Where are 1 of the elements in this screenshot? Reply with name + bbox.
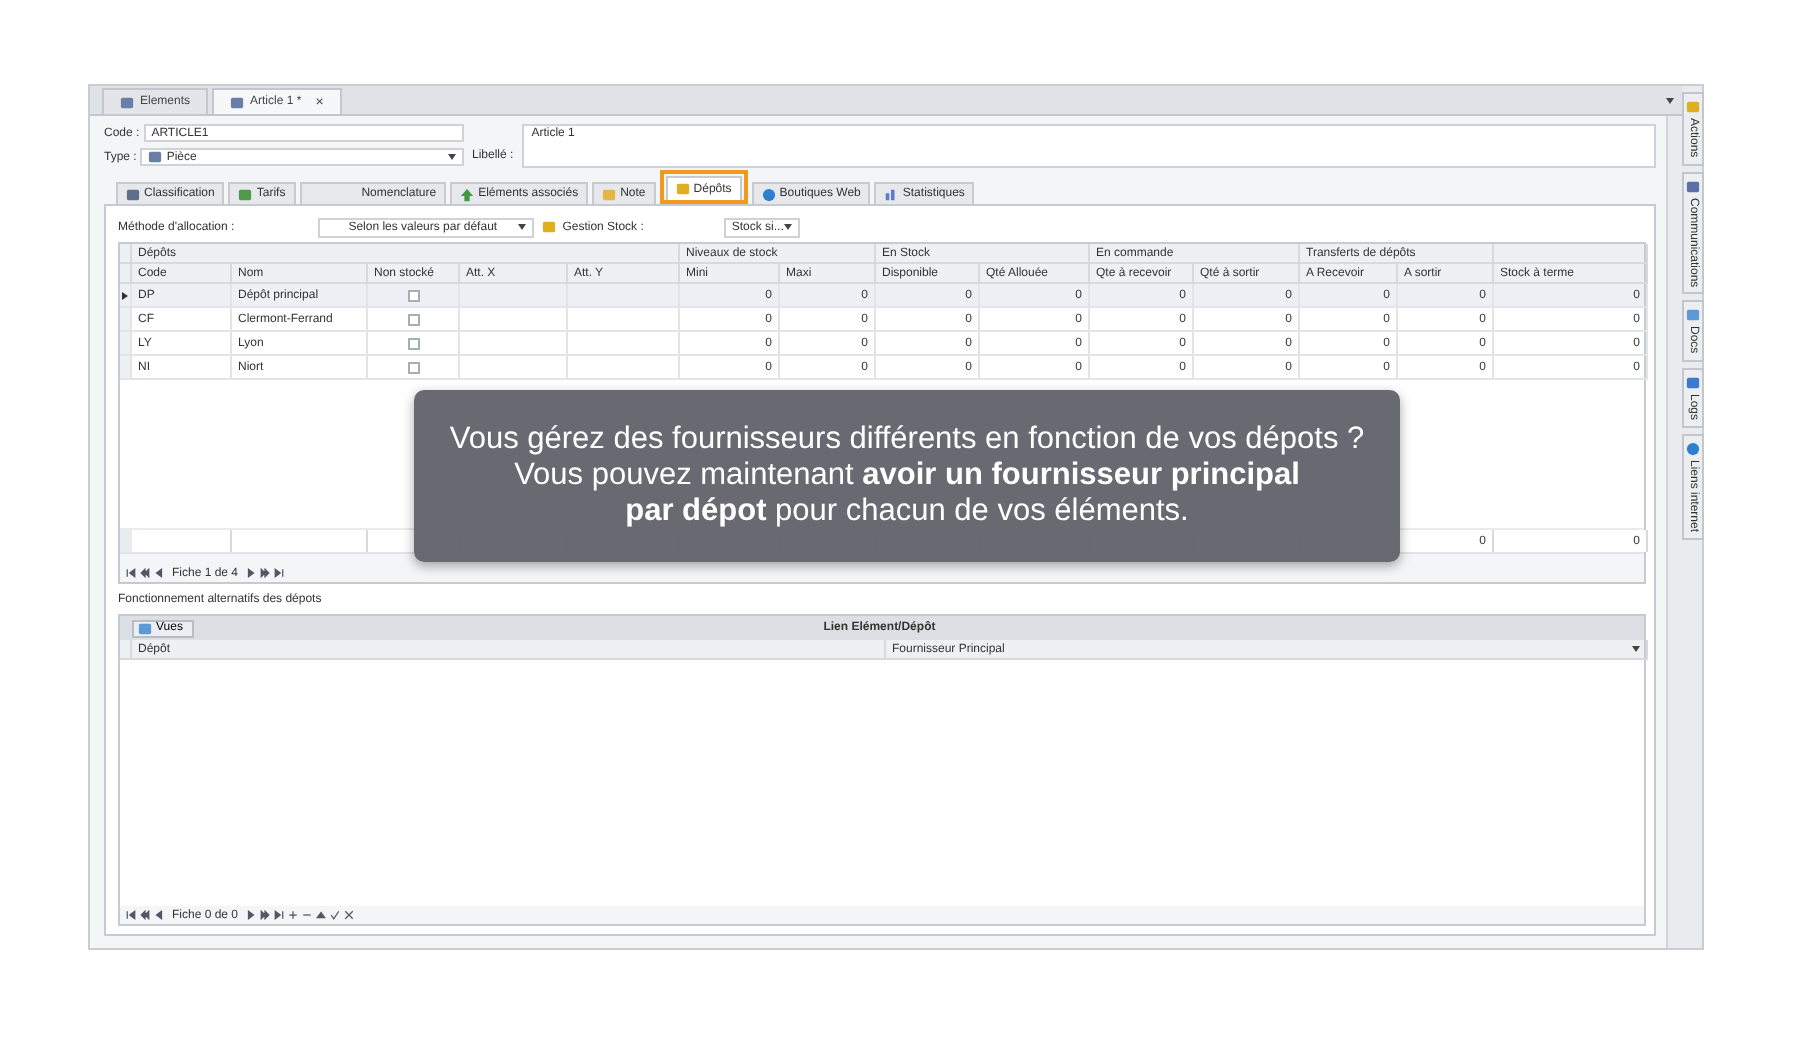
announcement-text: Vous gérez des fournisseurs différents en fonction de vos dépots ? Vous pouvez maintenant avoir un fournisseur principal par dépot pour chacun de vos éléments. bbox=[449, 422, 1365, 530]
